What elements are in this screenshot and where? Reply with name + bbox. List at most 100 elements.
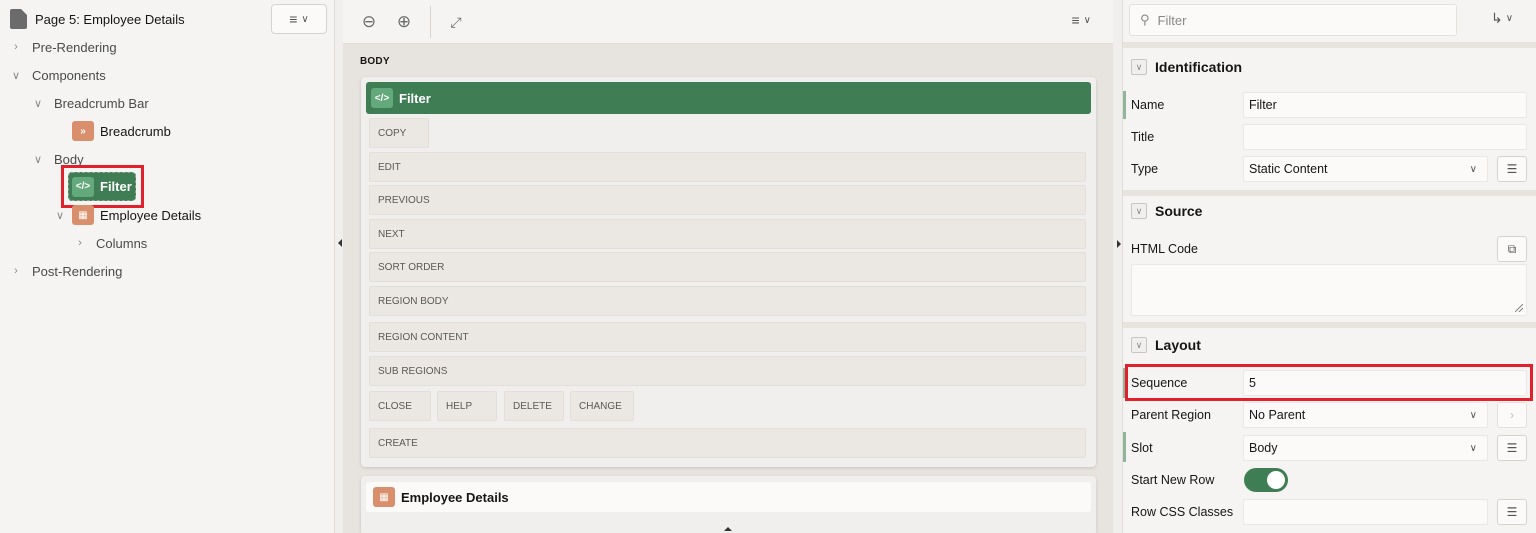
slot-region-body[interactable]: REGION BODY [369, 286, 1086, 316]
chevron-down-icon: ∨ [1083, 14, 1091, 26]
tree-node-label: Filter [100, 179, 132, 194]
group-separator [1123, 42, 1536, 48]
go-to-parent-button[interactable]: › [1497, 402, 1527, 428]
group-separator [1123, 190, 1536, 196]
row-css-classes-field[interactable] [1243, 499, 1488, 525]
tree-node-label: Breadcrumb [100, 123, 171, 139]
filter-region-header[interactable]: </> Filter [366, 82, 1091, 114]
code-icon: </> [72, 176, 94, 197]
sequence-field[interactable]: 5 [1243, 370, 1527, 396]
group-title: Layout [1155, 337, 1201, 353]
page-title: Page 5: Employee Details [35, 11, 185, 27]
property-filter[interactable]: ⚲ [1129, 4, 1457, 36]
chevron-down-icon: ∨ [1131, 203, 1147, 219]
region-title: Filter [399, 90, 431, 106]
chevron-right-icon: › [14, 265, 18, 277]
tree-node-columns[interactable]: › Columns [74, 232, 147, 254]
chevron-down-icon: ∨ [301, 13, 309, 25]
group-identification[interactable]: ∨ Identification [1131, 55, 1242, 79]
tree-node-breadcrumb-bar[interactable]: ∨ Breadcrumb Bar [32, 92, 149, 114]
open-code-editor-button[interactable]: ⧉ [1497, 236, 1527, 262]
rendering-tree-panel: Page 5: Employee Details ≡ ∨ › Pre-Render… [0, 0, 335, 533]
chevron-right-icon: › [78, 237, 82, 249]
parent-region-select[interactable]: No Parent ∨ [1243, 402, 1488, 428]
list-icon: ☰ [1506, 505, 1518, 519]
slot-list-button[interactable]: ☰ [1497, 435, 1527, 461]
slot-previous[interactable]: PREVIOUS [369, 185, 1086, 215]
canvas-scroll-up-handle[interactable] [724, 527, 732, 531]
group-title: Identification [1155, 59, 1243, 75]
collapse-right-panel-handle[interactable] [1117, 240, 1121, 248]
slot-next[interactable]: NEXT [369, 219, 1086, 249]
collapse-left-panel-handle[interactable] [338, 239, 342, 247]
canvas-menu-button[interactable]: ≡ ∨ [1072, 12, 1092, 28]
slot-delete[interactable]: DELETE [504, 391, 564, 421]
breadcrumb-region-icon: » [72, 121, 94, 141]
label-slot: Slot [1131, 441, 1153, 455]
tree-node-label: Columns [96, 235, 148, 251]
row-css-list-button[interactable]: ☰ [1497, 499, 1527, 525]
tree-node-body[interactable]: ∨ Body [32, 148, 84, 170]
hamburger-icon: ≡ [1071, 12, 1080, 28]
required-marker [1123, 432, 1126, 462]
zoom-in-icon[interactable]: ⊕ [392, 10, 416, 34]
page-header[interactable]: Page 5: Employee Details [10, 8, 185, 30]
type-select[interactable]: Static Content ∨ [1243, 156, 1488, 182]
zoom-out-icon[interactable]: ⊖ [357, 10, 381, 34]
slot-region-content[interactable]: REGION CONTENT [369, 322, 1086, 352]
tree-node-label: Pre-Rendering [32, 39, 117, 55]
label-parent-region: Parent Region [1131, 408, 1211, 422]
group-title: Source [1155, 203, 1203, 219]
tree-node-pre-rendering[interactable]: › Pre-Rendering [10, 36, 117, 58]
slot-sort-order[interactable]: SORT ORDER [369, 252, 1086, 282]
group-layout[interactable]: ∨ Layout [1131, 333, 1201, 357]
page-icon [10, 9, 27, 29]
filter-region[interactable]: </> Filter COPY EDIT PREVIOUS NEXT SORT … [361, 77, 1096, 467]
slot-close[interactable]: CLOSE [369, 391, 431, 421]
group-source[interactable]: ∨ Source [1131, 199, 1202, 223]
required-marker [1123, 91, 1126, 119]
tree-menu-button[interactable]: ≡ ∨ [271, 4, 327, 34]
label-start-new-row: Start New Row [1131, 473, 1215, 487]
slot-create[interactable]: CREATE [369, 428, 1086, 458]
tree-node-label: Components [32, 67, 106, 83]
chevron-right-icon: › [1510, 408, 1514, 422]
tree-node-label: Post-Rendering [32, 263, 123, 279]
chevron-down-icon: ∨ [1469, 409, 1477, 421]
table-region-icon: ▦ [373, 487, 395, 507]
employee-details-region[interactable]: ▦ Employee Details [361, 476, 1096, 533]
slot-change[interactable]: CHANGE [570, 391, 634, 421]
chevron-down-icon: ∨ [1131, 337, 1147, 353]
employee-details-region-header[interactable]: ▦ Employee Details [366, 482, 1091, 512]
tree-node-components[interactable]: ∨ Components [10, 64, 106, 86]
expand-icon[interactable]: ⤢ [444, 10, 468, 34]
name-field[interactable]: Filter [1243, 92, 1527, 118]
tree-node-filter[interactable]: </> Filter [68, 172, 136, 201]
tree-node-employee-details[interactable]: ∨ ▦ Employee Details [54, 204, 201, 226]
html-code-textarea[interactable] [1131, 264, 1527, 316]
go-to-group-button[interactable]: ↳ ∨ [1491, 10, 1513, 27]
toolbar-divider [430, 6, 431, 38]
body-slot-label: BODY [360, 56, 390, 67]
tree-node-breadcrumb[interactable]: » Breadcrumb [72, 120, 171, 142]
chevron-down-icon: ∨ [33, 153, 43, 166]
chevron-down-icon: ∨ [33, 97, 43, 110]
region-title: Employee Details [401, 489, 509, 505]
type-select-value: Static Content [1249, 162, 1328, 176]
start-new-row-toggle[interactable] [1244, 468, 1288, 492]
title-field[interactable] [1243, 124, 1527, 150]
slot-select-value: Body [1249, 441, 1278, 455]
slot-edit[interactable]: EDIT [369, 152, 1086, 182]
tree-node-post-rendering[interactable]: › Post-Rendering [10, 260, 122, 282]
slot-select[interactable]: Body ∨ [1243, 435, 1488, 461]
slot-copy[interactable]: COPY [369, 118, 429, 148]
code-icon: </> [371, 88, 393, 108]
parent-region-value: No Parent [1249, 408, 1306, 422]
slot-help[interactable]: HELP [437, 391, 497, 421]
slot-sub-regions[interactable]: SUB REGIONS [369, 356, 1086, 386]
tree-node-label: Breadcrumb Bar [54, 95, 149, 111]
list-of-values-button[interactable]: ☰ [1497, 156, 1527, 182]
layout-canvas: ⊖ ⊕ ⤢ ≡ ∨ BODY </> Filter COPY EDIT PREVI… [343, 0, 1113, 533]
property-filter-input[interactable] [1157, 12, 1438, 28]
chevron-right-icon: › [14, 41, 18, 53]
